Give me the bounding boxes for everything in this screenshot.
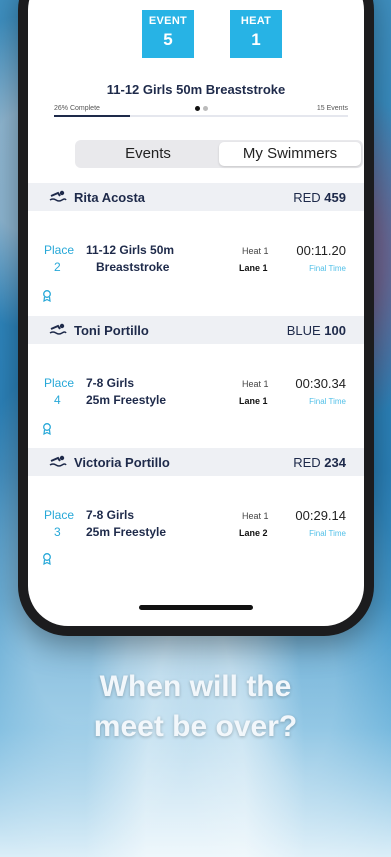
medal-icon — [42, 290, 52, 305]
team-color: BLUE — [286, 323, 321, 338]
phone-frame: EVENT 5 HEAT 1 11-12 Girls 50m Breaststr… — [18, 0, 374, 636]
progress-percent-text: 26% Complete — [54, 105, 100, 112]
place-value: 3 — [54, 525, 61, 539]
event-badge: EVENT 5 — [142, 10, 194, 58]
home-indicator[interactable] — [139, 605, 253, 610]
total-events-text: 15 Events — [316, 105, 348, 112]
swimmer-team: RED 459 — [293, 190, 346, 205]
result-card[interactable]: Place 4 7-8 Girls 25m Freestyle Heat 1 L… — [28, 344, 364, 444]
medal-icon — [42, 553, 52, 568]
progress-bar-fill — [54, 115, 131, 117]
team-number: 459 — [324, 190, 346, 205]
heat-number: Heat 1 — [242, 246, 269, 256]
swimmer-icon — [49, 190, 67, 205]
medal-icon — [42, 423, 52, 438]
heat-badge-label: HEAT — [240, 15, 272, 27]
tagline-line-2: meet be over? — [93, 710, 298, 743]
team-color: RED — [293, 455, 321, 470]
team-number: 100 — [324, 323, 346, 338]
swimmer-team: BLUE 100 — [287, 323, 346, 338]
event-badge-label: EVENT — [148, 15, 188, 27]
event-name-line2: 25m Freestyle — [86, 393, 167, 407]
heat-badge-value: 1 — [251, 30, 261, 49]
lane-number: Lane 1 — [239, 263, 268, 273]
team-number: 234 — [324, 455, 346, 470]
swimmer-header[interactable]: Rita Acosta RED 459 — [28, 183, 364, 211]
heat-badge: HEAT 1 — [230, 10, 282, 58]
swimmer-icon — [49, 455, 67, 470]
swimmer-icon — [49, 323, 67, 338]
swimmer-team: RED 234 — [293, 455, 346, 470]
event-name-line2: 25m Freestyle — [86, 525, 167, 539]
tab-events[interactable]: Events — [77, 142, 219, 166]
swimmer-name: Toni Portillo — [74, 323, 149, 338]
swimmer-name: Rita Acosta — [74, 190, 146, 205]
final-time-label: Final Time — [309, 397, 346, 406]
place-label: Place — [44, 243, 75, 257]
place-label: Place — [44, 376, 75, 390]
view-segmented-control[interactable]: Events My Swimmers — [75, 140, 363, 168]
progress-bar — [54, 115, 348, 117]
place-value: 4 — [54, 393, 61, 407]
result-card[interactable]: Place 3 7-8 Girls 25m Freestyle Heat 1 L… — [28, 476, 364, 576]
final-time-label: Final Time — [309, 264, 346, 273]
event-name-line1: 7-8 Girls — [86, 376, 135, 390]
lane-number: Lane 1 — [239, 396, 268, 406]
app-screen: EVENT 5 HEAT 1 11-12 Girls 50m Breaststr… — [28, 0, 364, 626]
progress-row: 26% Complete 15 Events — [54, 103, 348, 115]
result-card[interactable]: Place 2 11-12 Girls 50m Breaststroke Hea… — [28, 211, 364, 311]
page-dot-active[interactable] — [195, 106, 200, 111]
final-time-label: Final Time — [309, 529, 346, 538]
event-name-line1: 11-12 Girls 50m — [86, 243, 175, 257]
heat-number: Heat 1 — [242, 379, 269, 389]
event-badge-value: 5 — [163, 30, 173, 49]
event-name-line1: 7-8 Girls — [86, 508, 135, 522]
swim-time: 00:29.14 — [295, 508, 346, 523]
swimmer-name: Victoria Portillo — [74, 455, 170, 470]
place-label: Place — [44, 508, 75, 522]
page-dot[interactable] — [203, 106, 208, 111]
page-indicator[interactable] — [195, 106, 211, 113]
team-color: RED — [293, 190, 321, 205]
event-name-line2: Breaststroke — [96, 260, 170, 274]
tab-my-swimmers[interactable]: My Swimmers — [219, 142, 361, 166]
swim-time: 00:11.20 — [296, 243, 346, 258]
swimmer-header[interactable]: Toni Portillo BLUE 100 — [28, 316, 364, 344]
lane-number: Lane 2 — [239, 528, 268, 538]
tagline: When will the meet be over? — [0, 667, 391, 747]
swimmer-header[interactable]: Victoria Portillo RED 234 — [28, 448, 364, 476]
tagline-line-1: When will the — [99, 670, 292, 703]
swim-time: 00:30.34 — [295, 376, 346, 391]
current-event-title: 11-12 Girls 50m Breaststroke — [106, 82, 286, 97]
heat-number: Heat 1 — [242, 511, 269, 521]
place-value: 2 — [54, 260, 61, 274]
